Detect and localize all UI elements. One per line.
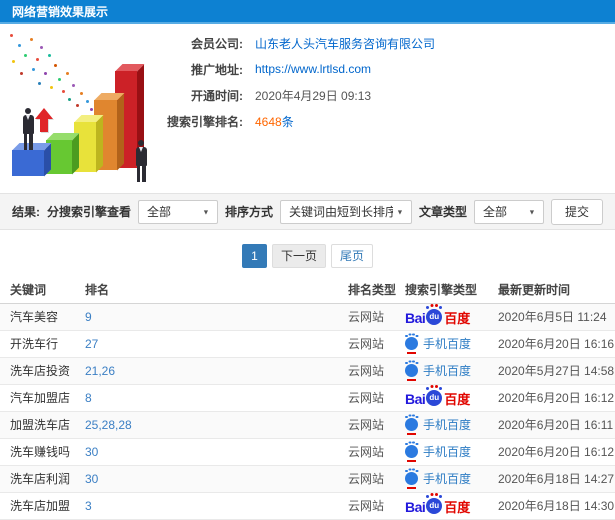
result-filter-bar: 结果: 分搜索引擎查看 全部 排序方式 关键词由短到长排序 文章类型 全部 提交 bbox=[0, 193, 615, 230]
update-time-cell: 2020年6月20日 16:12 bbox=[498, 438, 615, 466]
baidu-paw-icon bbox=[405, 442, 418, 462]
page-title: 网络营销效果展示 bbox=[12, 5, 109, 19]
baidu-logo: Bai du 百度 bbox=[405, 387, 471, 407]
keyword-cell: 汽车加盟店 bbox=[0, 384, 85, 412]
rank-type-cell: 云网站 bbox=[348, 465, 405, 493]
update-time-cell: 2020年6月20日 16:16 bbox=[498, 330, 615, 358]
update-time-cell: 2020年6月20日 16:12 bbox=[498, 384, 615, 412]
keyword-cell: 洗车店利润 bbox=[0, 465, 85, 493]
member-info-panel: 会员公司: 山东老人头汽车服务咨询有限公司 推广地址: https://www.… bbox=[0, 24, 615, 193]
rank-link[interactable]: 25,28,28 bbox=[85, 418, 132, 432]
result-label: 结果: bbox=[12, 205, 40, 219]
filter-controls: 分搜索引擎查看 全部 排序方式 关键词由短到长排序 文章类型 全部 提交 bbox=[46, 198, 603, 225]
keyword-cell: 开洗车行 bbox=[0, 330, 85, 358]
rank-type-cell: 云网站 bbox=[348, 384, 405, 412]
page-title-bar: 网络营销效果展示 bbox=[0, 0, 615, 24]
mobile-baidu-logo: 手机百度 bbox=[405, 469, 471, 489]
rank-link[interactable]: 27 bbox=[85, 337, 98, 351]
col-rank-type: 排名类型 bbox=[348, 277, 405, 304]
businessman-figure-right bbox=[134, 140, 148, 182]
mobile-baidu-logo: 手机百度 bbox=[405, 415, 471, 435]
keyword-cell: 洗车店加盟 bbox=[0, 492, 85, 520]
article-type-select[interactable]: 全部 bbox=[473, 199, 544, 224]
mobile-baidu-logo: 手机百度 bbox=[405, 442, 471, 462]
table-row: 加盟洗车店 25,28,28 云网站 手机百度 2020年6月20日 16:11 bbox=[0, 411, 615, 439]
table-row: 汽车美容 9 云网站 Bai du 百度 2020年6月5日 11:24 bbox=[0, 303, 615, 331]
rank-link[interactable]: 30 bbox=[85, 445, 98, 459]
rank-type-cell: 云网站 bbox=[348, 411, 405, 439]
update-time-cell: 2020年6月5日 11:24 bbox=[498, 303, 615, 331]
article-type-label: 文章类型 bbox=[418, 205, 467, 219]
rank-link[interactable]: 30 bbox=[85, 472, 98, 486]
rank-link[interactable]: 9 bbox=[85, 310, 92, 324]
baidu-logo: Bai du 百度 bbox=[405, 306, 471, 326]
rank-link[interactable]: 21,26 bbox=[85, 364, 115, 378]
col-engine-type: 搜索引擎类型 bbox=[405, 277, 498, 304]
company-link[interactable]: 山东老人头汽车服务咨询有限公司 bbox=[255, 35, 435, 52]
sort-filter-select[interactable]: 关键词由短到长排序 bbox=[279, 199, 412, 224]
table-row: 洗车店投资 21,26 云网站 手机百度 2020年5月27日 14:58 bbox=[0, 357, 615, 385]
rank-type-cell: 云网站 bbox=[348, 492, 405, 520]
keyword-cell: 汽车美容 bbox=[0, 303, 85, 331]
engine-rank-unit: 条 bbox=[281, 114, 294, 129]
keyword-cell: 加盟洗车店 bbox=[0, 411, 85, 439]
bar-blue bbox=[12, 150, 44, 176]
businessman-figure-left bbox=[21, 108, 35, 150]
update-time-cell: 2020年6月18日 14:30 bbox=[498, 492, 615, 520]
col-update-time: 最新更新时间 bbox=[498, 277, 615, 304]
open-time-value: 2020年4月29日 09:13 bbox=[255, 88, 372, 103]
pagination: 1 下一页 尾页 bbox=[0, 244, 615, 268]
engine-rank-count: 4648 bbox=[255, 114, 282, 129]
keyword-cell: 洗车店投资 bbox=[0, 357, 85, 385]
table-row: 开洗车行 27 云网站 手机百度 2020年6月20日 16:16 bbox=[0, 330, 615, 358]
baidu-paw-icon bbox=[405, 415, 418, 435]
promo-url-link[interactable]: https://www.lrtlsd.com bbox=[255, 62, 371, 76]
table-row: 汽车加盟店 8 云网站 Bai du 百度 2020年6月20日 16:12 bbox=[0, 384, 615, 412]
rank-type-cell: 云网站 bbox=[348, 303, 405, 331]
update-time-cell: 2020年5月27日 14:58 bbox=[498, 357, 615, 385]
rank-link[interactable]: 8 bbox=[85, 391, 92, 405]
mobile-baidu-logo: 手机百度 bbox=[405, 361, 471, 381]
baidu-paw-icon bbox=[405, 361, 418, 381]
rank-type-cell: 云网站 bbox=[348, 357, 405, 385]
confetti-dots bbox=[10, 34, 13, 37]
up-arrow-icon bbox=[35, 108, 53, 132]
col-keyword: 关键词 bbox=[0, 277, 85, 304]
table-row: 洗车店利润 30 云网站 手机百度 2020年6月18日 14:27 bbox=[0, 465, 615, 493]
baidu-paw-icon: du bbox=[426, 387, 443, 406]
engine-filter-label: 分搜索引擎查看 bbox=[46, 205, 131, 219]
baidu-logo: Bai du 百度 bbox=[405, 495, 471, 515]
rank-link[interactable]: 3 bbox=[85, 499, 92, 513]
mobile-baidu-logo: 手机百度 bbox=[405, 334, 471, 354]
col-rank: 排名 bbox=[85, 277, 348, 304]
baidu-paw-icon: du bbox=[426, 306, 443, 325]
page-1-button[interactable]: 1 bbox=[241, 244, 267, 268]
table-row: 洗车赚钱吗 30 云网站 手机百度 2020年6月20日 16:12 bbox=[0, 438, 615, 466]
next-page-button[interactable]: 下一页 bbox=[271, 244, 326, 268]
update-time-cell: 2020年6月20日 16:11 bbox=[498, 411, 615, 439]
engine-filter-select[interactable]: 全部 bbox=[137, 199, 218, 224]
table-row: 洗车店加盟 3 云网站 Bai du 百度 2020年6月18日 14:30 bbox=[0, 492, 615, 520]
last-page-button[interactable]: 尾页 bbox=[331, 244, 374, 268]
rank-type-cell: 云网站 bbox=[348, 438, 405, 466]
marketing-chart-graphic bbox=[0, 28, 180, 190]
sort-filter-label: 排序方式 bbox=[224, 205, 273, 219]
baidu-paw-icon bbox=[405, 469, 418, 489]
baidu-paw-icon bbox=[405, 334, 418, 354]
rank-type-cell: 云网站 bbox=[348, 330, 405, 358]
results-table: 关键词 排名 排名类型 搜索引擎类型 最新更新时间 汽车美容 9 云网站 Bai… bbox=[0, 277, 615, 520]
keyword-cell: 洗车赚钱吗 bbox=[0, 438, 85, 466]
submit-button[interactable]: 提交 bbox=[550, 198, 603, 225]
update-time-cell: 2020年6月18日 14:27 bbox=[498, 465, 615, 493]
baidu-paw-icon: du bbox=[426, 495, 443, 514]
table-header-row: 关键词 排名 排名类型 搜索引擎类型 最新更新时间 bbox=[0, 277, 615, 304]
